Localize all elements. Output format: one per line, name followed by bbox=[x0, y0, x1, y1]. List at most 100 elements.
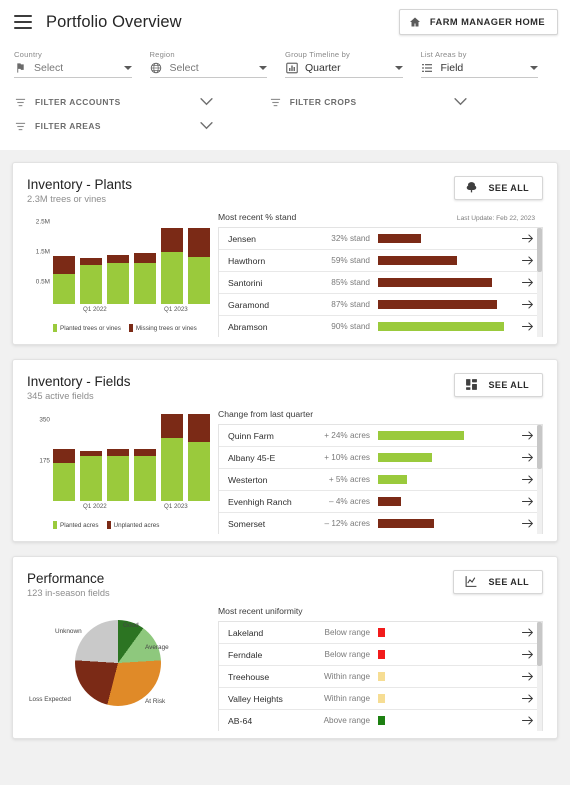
fields-bar-chart: 350 175 Q1 2022 Q1 2023 Planted acres Un… bbox=[27, 409, 212, 534]
y-tick: 0.5M bbox=[35, 278, 50, 286]
country-select-value: Select bbox=[34, 61, 64, 74]
filter-icon bbox=[14, 121, 27, 132]
table-row[interactable]: Westerton + 5% acres bbox=[219, 469, 542, 491]
chart-legend: Planted trees or vines Missing trees or … bbox=[53, 324, 212, 332]
row-bar-wrap bbox=[378, 256, 512, 265]
pie-chart bbox=[75, 620, 161, 706]
chevron-down-icon[interactable] bbox=[200, 93, 213, 111]
see-all-button-plants[interactable]: SEE ALL bbox=[453, 176, 543, 200]
list-areas-select[interactable]: List Areas by Field bbox=[420, 50, 557, 78]
list-scrollbar-track[interactable] bbox=[537, 622, 542, 731]
table-row[interactable]: Jensen 32% stand bbox=[219, 228, 542, 250]
list-rows[interactable]: Quinn Farm + 24% acres Albany 45-E + 10%… bbox=[218, 424, 543, 534]
bar-stack bbox=[107, 449, 129, 501]
list-icon bbox=[421, 61, 434, 74]
row-bar-wrap bbox=[378, 672, 512, 681]
line-chart-icon bbox=[464, 575, 478, 590]
table-row[interactable]: Valley Heights Within range bbox=[219, 688, 542, 710]
row-name: Abramson bbox=[228, 321, 268, 332]
legend-item: Unplanted acres bbox=[106, 521, 159, 529]
table-row[interactable]: Ferndale Below range bbox=[219, 644, 542, 666]
filter-areas-label: FILTER AREAS bbox=[35, 121, 102, 131]
row-value: – 12% acres bbox=[324, 519, 370, 528]
see-all-button-fields[interactable]: SEE ALL bbox=[453, 373, 543, 397]
group-timeline-value: Quarter bbox=[305, 61, 341, 74]
country-select[interactable]: Country Select bbox=[14, 50, 150, 78]
home-icon bbox=[409, 16, 421, 28]
row-name: Garamond bbox=[228, 299, 270, 310]
filter-areas-toggle[interactable]: FILTER AREAS bbox=[14, 114, 269, 138]
row-value: 59% stand bbox=[331, 256, 370, 265]
table-row[interactable]: Abramson 90% stand bbox=[219, 316, 542, 337]
flag-icon bbox=[14, 61, 27, 74]
chevron-down-icon[interactable] bbox=[200, 117, 213, 135]
table-row[interactable]: Somerset – 12% acres bbox=[219, 513, 542, 534]
hamburger-menu-icon[interactable] bbox=[14, 15, 32, 29]
chevron-down-icon[interactable] bbox=[259, 65, 267, 70]
filter-icon bbox=[269, 97, 282, 108]
table-row[interactable]: Evenhigh Ranch – 4% acres bbox=[219, 491, 542, 513]
row-name: Valley Heights bbox=[228, 693, 283, 704]
bar-stack bbox=[53, 256, 75, 304]
list-scrollbar-thumb[interactable] bbox=[537, 622, 542, 666]
table-row[interactable]: Garamond 87% stand bbox=[219, 294, 542, 316]
list-rows[interactable]: Jensen 32% stand Hawthorn 59% stand Sant… bbox=[218, 227, 543, 337]
list-scrollbar-track[interactable] bbox=[537, 228, 542, 337]
see-all-label: SEE ALL bbox=[488, 380, 529, 390]
page-title: Portfolio Overview bbox=[46, 12, 182, 31]
bar-stack bbox=[80, 451, 102, 501]
see-all-label: SEE ALL bbox=[488, 577, 529, 587]
region-select[interactable]: Region Select bbox=[149, 50, 286, 78]
x-tick: Q1 2023 bbox=[164, 306, 188, 313]
row-name: Treehouse bbox=[228, 671, 270, 682]
cards-container: Inventory - Plants 2.3M trees or vines S… bbox=[0, 150, 570, 739]
x-tick: Q1 2022 bbox=[83, 503, 107, 510]
y-tick: 2.5M bbox=[35, 218, 50, 226]
group-timeline-label: Group Timeline by bbox=[285, 50, 351, 59]
app-header: Portfolio Overview FARM MANAGER HOME bbox=[0, 0, 570, 44]
list-scrollbar-thumb[interactable] bbox=[537, 228, 542, 272]
table-row[interactable]: Lakeland Below range bbox=[219, 622, 542, 644]
table-row[interactable]: Quinn Farm + 24% acres bbox=[219, 425, 542, 447]
row-bar-wrap bbox=[378, 234, 512, 243]
table-row[interactable]: AB-64 Above range bbox=[219, 710, 542, 731]
chevron-down-icon[interactable] bbox=[454, 93, 468, 111]
country-select-label: Country bbox=[14, 50, 42, 59]
filter-accounts-label: FILTER ACCOUNTS bbox=[35, 97, 121, 107]
filter-crops-toggle[interactable]: FILTER CROPS bbox=[269, 90, 524, 114]
chevron-down-icon[interactable] bbox=[123, 65, 132, 70]
list-scrollbar-track[interactable] bbox=[537, 425, 542, 534]
row-name: Albany 45-E bbox=[228, 452, 276, 463]
bar-stack bbox=[161, 228, 183, 304]
filter-accounts-toggle[interactable]: FILTER ACCOUNTS bbox=[14, 90, 269, 114]
card-inventory-fields: Inventory - Fields 345 active fields SEE… bbox=[12, 359, 558, 542]
portfolio-overview-page: Portfolio Overview FARM MANAGER HOME Cou… bbox=[0, 0, 570, 785]
row-value: Above range bbox=[323, 716, 370, 725]
farm-manager-home-button[interactable]: FARM MANAGER HOME bbox=[398, 9, 558, 35]
row-value: + 5% acres bbox=[328, 475, 370, 484]
table-row[interactable]: Santorini 85% stand bbox=[219, 272, 542, 294]
list-areas-label: List Areas by bbox=[420, 50, 467, 59]
tree-icon bbox=[465, 181, 478, 196]
chevron-down-icon[interactable] bbox=[530, 65, 538, 70]
see-all-button-performance[interactable]: SEE ALL bbox=[452, 570, 543, 594]
group-timeline-select[interactable]: Group Timeline by Quarter bbox=[285, 50, 421, 78]
filter-toggle-rows: FILTER ACCOUNTS FILTER CROPS FILTER AREA… bbox=[14, 90, 556, 138]
row-name: Hawthorn bbox=[228, 255, 266, 266]
bar-stack bbox=[134, 253, 156, 304]
bar-stack bbox=[80, 258, 102, 304]
list-rows[interactable]: Lakeland Below range Ferndale Below rang… bbox=[218, 621, 543, 731]
table-row[interactable]: Albany 45-E + 10% acres bbox=[219, 447, 542, 469]
bars-group bbox=[53, 413, 212, 501]
see-all-label: SEE ALL bbox=[488, 183, 529, 193]
list-scrollbar-thumb[interactable] bbox=[537, 425, 542, 469]
filter-bar: Country Select Region Select Group Timel… bbox=[0, 44, 570, 150]
table-row[interactable]: Hawthorn 59% stand bbox=[219, 250, 542, 272]
chart-legend: Planted acres Unplanted acres bbox=[53, 521, 212, 529]
bar-stack bbox=[107, 255, 129, 304]
row-value: – 4% acres bbox=[329, 497, 370, 506]
pie-label-unknown: Unknown bbox=[55, 628, 82, 635]
table-row[interactable]: Treehouse Within range bbox=[219, 666, 542, 688]
chevron-down-icon[interactable] bbox=[394, 65, 403, 70]
row-bar-wrap bbox=[378, 300, 512, 309]
